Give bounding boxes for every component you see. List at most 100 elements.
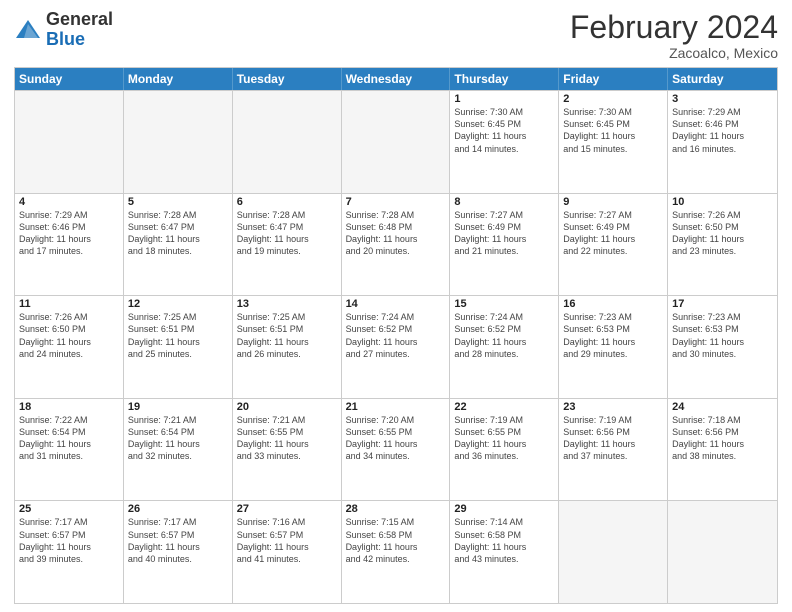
day-cell-1: 1Sunrise: 7:30 AM Sunset: 6:45 PM Daylig…	[450, 91, 559, 193]
day-cell-16: 16Sunrise: 7:23 AM Sunset: 6:53 PM Dayli…	[559, 296, 668, 398]
title-block: February 2024 Zacoalco, Mexico	[570, 10, 778, 61]
daylight-hours: Sunrise: 7:23 AM Sunset: 6:53 PM Dayligh…	[672, 311, 773, 360]
header-day-tuesday: Tuesday	[233, 68, 342, 90]
daylight-hours: Sunrise: 7:19 AM Sunset: 6:55 PM Dayligh…	[454, 414, 554, 463]
day-number: 6	[237, 196, 337, 208]
logo: General Blue	[14, 10, 113, 50]
day-cell-9: 9Sunrise: 7:27 AM Sunset: 6:49 PM Daylig…	[559, 194, 668, 296]
day-number: 19	[128, 401, 228, 413]
day-number: 28	[346, 503, 446, 515]
day-number: 27	[237, 503, 337, 515]
daylight-hours: Sunrise: 7:29 AM Sunset: 6:46 PM Dayligh…	[672, 106, 773, 155]
day-number: 29	[454, 503, 554, 515]
daylight-hours: Sunrise: 7:25 AM Sunset: 6:51 PM Dayligh…	[128, 311, 228, 360]
logo-general: General	[46, 9, 113, 29]
main-title: February 2024	[570, 10, 778, 45]
day-cell-3: 3Sunrise: 7:29 AM Sunset: 6:46 PM Daylig…	[668, 91, 777, 193]
daylight-hours: Sunrise: 7:24 AM Sunset: 6:52 PM Dayligh…	[346, 311, 446, 360]
day-cell-15: 15Sunrise: 7:24 AM Sunset: 6:52 PM Dayli…	[450, 296, 559, 398]
day-number: 1	[454, 93, 554, 105]
daylight-hours: Sunrise: 7:29 AM Sunset: 6:46 PM Dayligh…	[19, 209, 119, 258]
daylight-hours: Sunrise: 7:18 AM Sunset: 6:56 PM Dayligh…	[672, 414, 773, 463]
page: General Blue February 2024 Zacoalco, Mex…	[0, 0, 792, 612]
daylight-hours: Sunrise: 7:19 AM Sunset: 6:56 PM Dayligh…	[563, 414, 663, 463]
daylight-hours: Sunrise: 7:30 AM Sunset: 6:45 PM Dayligh…	[563, 106, 663, 155]
daylight-hours: Sunrise: 7:21 AM Sunset: 6:54 PM Dayligh…	[128, 414, 228, 463]
daylight-hours: Sunrise: 7:17 AM Sunset: 6:57 PM Dayligh…	[128, 516, 228, 565]
daylight-hours: Sunrise: 7:17 AM Sunset: 6:57 PM Dayligh…	[19, 516, 119, 565]
day-number: 11	[19, 298, 119, 310]
day-number: 3	[672, 93, 773, 105]
day-cell-12: 12Sunrise: 7:25 AM Sunset: 6:51 PM Dayli…	[124, 296, 233, 398]
calendar-week-3: 11Sunrise: 7:26 AM Sunset: 6:50 PM Dayli…	[15, 295, 777, 398]
daylight-hours: Sunrise: 7:23 AM Sunset: 6:53 PM Dayligh…	[563, 311, 663, 360]
empty-cell	[124, 91, 233, 193]
day-cell-25: 25Sunrise: 7:17 AM Sunset: 6:57 PM Dayli…	[15, 501, 124, 603]
day-number: 12	[128, 298, 228, 310]
day-cell-7: 7Sunrise: 7:28 AM Sunset: 6:48 PM Daylig…	[342, 194, 451, 296]
logo-text: General Blue	[46, 10, 113, 50]
daylight-hours: Sunrise: 7:24 AM Sunset: 6:52 PM Dayligh…	[454, 311, 554, 360]
day-cell-28: 28Sunrise: 7:15 AM Sunset: 6:58 PM Dayli…	[342, 501, 451, 603]
subtitle: Zacoalco, Mexico	[570, 45, 778, 61]
day-number: 2	[563, 93, 663, 105]
calendar-body: 1Sunrise: 7:30 AM Sunset: 6:45 PM Daylig…	[15, 90, 777, 603]
day-number: 26	[128, 503, 228, 515]
day-number: 16	[563, 298, 663, 310]
calendar-week-5: 25Sunrise: 7:17 AM Sunset: 6:57 PM Dayli…	[15, 500, 777, 603]
day-number: 22	[454, 401, 554, 413]
day-cell-18: 18Sunrise: 7:22 AM Sunset: 6:54 PM Dayli…	[15, 399, 124, 501]
day-cell-29: 29Sunrise: 7:14 AM Sunset: 6:58 PM Dayli…	[450, 501, 559, 603]
day-number: 5	[128, 196, 228, 208]
daylight-hours: Sunrise: 7:26 AM Sunset: 6:50 PM Dayligh…	[672, 209, 773, 258]
day-number: 17	[672, 298, 773, 310]
daylight-hours: Sunrise: 7:30 AM Sunset: 6:45 PM Dayligh…	[454, 106, 554, 155]
daylight-hours: Sunrise: 7:20 AM Sunset: 6:55 PM Dayligh…	[346, 414, 446, 463]
day-number: 7	[346, 196, 446, 208]
day-cell-6: 6Sunrise: 7:28 AM Sunset: 6:47 PM Daylig…	[233, 194, 342, 296]
daylight-hours: Sunrise: 7:25 AM Sunset: 6:51 PM Dayligh…	[237, 311, 337, 360]
day-cell-19: 19Sunrise: 7:21 AM Sunset: 6:54 PM Dayli…	[124, 399, 233, 501]
day-cell-17: 17Sunrise: 7:23 AM Sunset: 6:53 PM Dayli…	[668, 296, 777, 398]
header-day-monday: Monday	[124, 68, 233, 90]
day-cell-14: 14Sunrise: 7:24 AM Sunset: 6:52 PM Dayli…	[342, 296, 451, 398]
day-cell-23: 23Sunrise: 7:19 AM Sunset: 6:56 PM Dayli…	[559, 399, 668, 501]
day-cell-10: 10Sunrise: 7:26 AM Sunset: 6:50 PM Dayli…	[668, 194, 777, 296]
daylight-hours: Sunrise: 7:14 AM Sunset: 6:58 PM Dayligh…	[454, 516, 554, 565]
daylight-hours: Sunrise: 7:16 AM Sunset: 6:57 PM Dayligh…	[237, 516, 337, 565]
day-number: 10	[672, 196, 773, 208]
day-cell-20: 20Sunrise: 7:21 AM Sunset: 6:55 PM Dayli…	[233, 399, 342, 501]
day-number: 4	[19, 196, 119, 208]
day-cell-22: 22Sunrise: 7:19 AM Sunset: 6:55 PM Dayli…	[450, 399, 559, 501]
day-cell-26: 26Sunrise: 7:17 AM Sunset: 6:57 PM Dayli…	[124, 501, 233, 603]
daylight-hours: Sunrise: 7:21 AM Sunset: 6:55 PM Dayligh…	[237, 414, 337, 463]
day-cell-4: 4Sunrise: 7:29 AM Sunset: 6:46 PM Daylig…	[15, 194, 124, 296]
day-number: 14	[346, 298, 446, 310]
day-number: 24	[672, 401, 773, 413]
calendar-header: SundayMondayTuesdayWednesdayThursdayFrid…	[15, 68, 777, 90]
daylight-hours: Sunrise: 7:22 AM Sunset: 6:54 PM Dayligh…	[19, 414, 119, 463]
empty-cell	[559, 501, 668, 603]
day-cell-2: 2Sunrise: 7:30 AM Sunset: 6:45 PM Daylig…	[559, 91, 668, 193]
empty-cell	[233, 91, 342, 193]
header-day-thursday: Thursday	[450, 68, 559, 90]
daylight-hours: Sunrise: 7:15 AM Sunset: 6:58 PM Dayligh…	[346, 516, 446, 565]
logo-blue: Blue	[46, 29, 85, 49]
calendar-week-1: 1Sunrise: 7:30 AM Sunset: 6:45 PM Daylig…	[15, 90, 777, 193]
empty-cell	[342, 91, 451, 193]
header-day-sunday: Sunday	[15, 68, 124, 90]
day-cell-13: 13Sunrise: 7:25 AM Sunset: 6:51 PM Dayli…	[233, 296, 342, 398]
day-cell-5: 5Sunrise: 7:28 AM Sunset: 6:47 PM Daylig…	[124, 194, 233, 296]
day-number: 25	[19, 503, 119, 515]
logo-icon	[14, 16, 42, 44]
daylight-hours: Sunrise: 7:28 AM Sunset: 6:47 PM Dayligh…	[128, 209, 228, 258]
day-cell-27: 27Sunrise: 7:16 AM Sunset: 6:57 PM Dayli…	[233, 501, 342, 603]
header-day-friday: Friday	[559, 68, 668, 90]
empty-cell	[15, 91, 124, 193]
day-cell-24: 24Sunrise: 7:18 AM Sunset: 6:56 PM Dayli…	[668, 399, 777, 501]
day-number: 8	[454, 196, 554, 208]
calendar-week-2: 4Sunrise: 7:29 AM Sunset: 6:46 PM Daylig…	[15, 193, 777, 296]
day-number: 18	[19, 401, 119, 413]
header: General Blue February 2024 Zacoalco, Mex…	[14, 10, 778, 61]
daylight-hours: Sunrise: 7:27 AM Sunset: 6:49 PM Dayligh…	[563, 209, 663, 258]
